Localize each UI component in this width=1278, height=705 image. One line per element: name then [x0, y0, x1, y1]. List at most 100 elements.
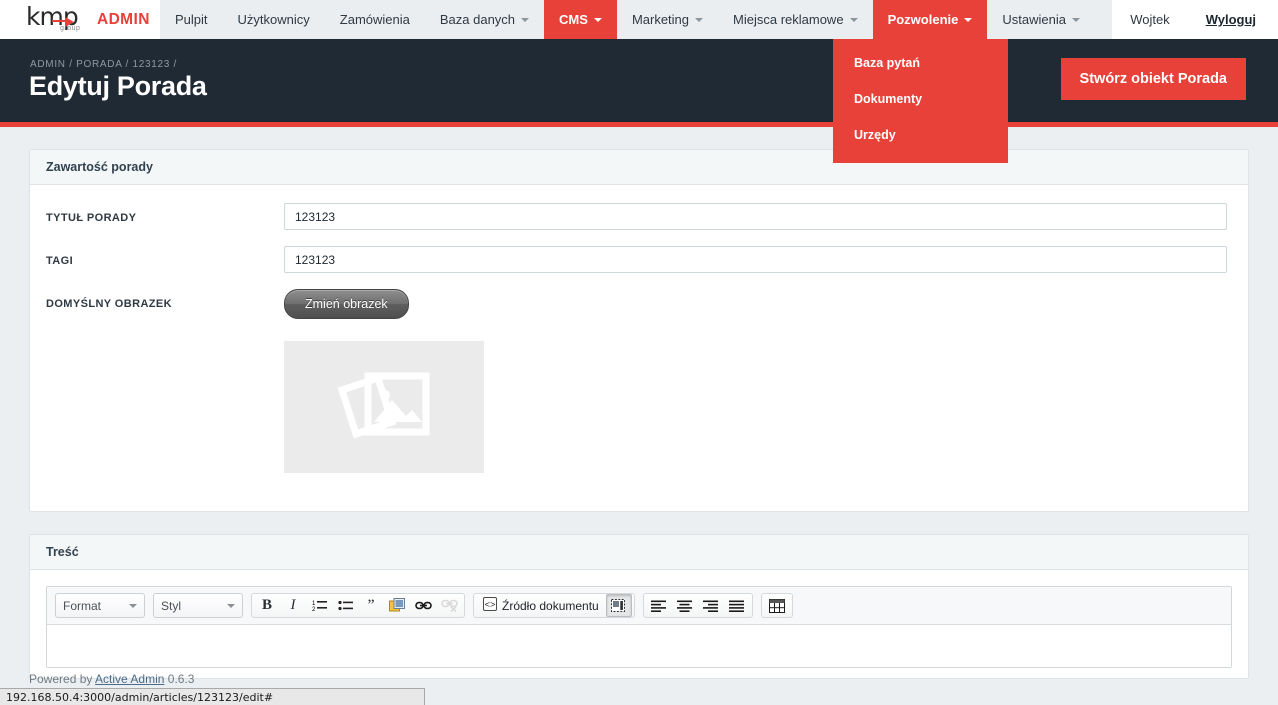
nav-item-ustawienia[interactable]: Ustawienia: [987, 0, 1095, 39]
format-select-value: Format: [63, 598, 102, 613]
body-panel-body: Format Styl B I 12 ” <> Źródło dokumentu: [30, 570, 1248, 678]
svg-text:2: 2: [312, 607, 316, 612]
document-source-button[interactable]: <> Źródło dokumentu: [476, 594, 606, 617]
current-user-label: Wojtek: [1130, 12, 1170, 27]
change-image-button[interactable]: Zmień obrazek: [284, 289, 409, 319]
link-icon[interactable]: [410, 594, 436, 617]
dropdown-item-urzedy[interactable]: Urzędy: [833, 117, 1008, 153]
templates-icon[interactable]: [605, 594, 632, 617]
tags-input[interactable]: [284, 246, 1227, 273]
tags-field-label: TAGI: [46, 255, 74, 267]
browser-status-bar: 192.168.50.4:3000/admin/articles/123123/…: [0, 688, 425, 705]
brand-admin-label: ADMIN: [97, 10, 150, 28]
content-panel-heading: Zawartość porady: [30, 150, 1248, 185]
chevron-down-icon: [227, 603, 235, 608]
chevron-down-icon: [849, 17, 858, 22]
nav-item-label: Pulpit: [175, 12, 208, 27]
align-right-icon[interactable]: [698, 594, 724, 617]
content-panel-body: TYTUŁ PORADY TAGI DOMYŚLNY OBRAZEK Zmień…: [30, 185, 1248, 511]
body-panel-heading: Treść: [30, 535, 1248, 570]
dropdown-item-dokumenty[interactable]: Dokumenty: [833, 81, 1008, 117]
dropdown-item-label: Dokumenty: [854, 92, 923, 106]
top-navigation-bar: kmp group ADMIN Pulpit Użytkownicy Zamów…: [0, 0, 1278, 39]
nav-item-marketing[interactable]: Marketing: [617, 0, 718, 39]
kmp-logo-icon: kmp group: [26, 4, 88, 35]
nav-item-baza-danych[interactable]: Baza danych: [425, 0, 544, 39]
bold-icon[interactable]: B: [254, 594, 280, 617]
logout-link[interactable]: Wyloguj: [1206, 12, 1256, 27]
active-admin-link[interactable]: Active Admin: [95, 672, 164, 686]
brand-logo[interactable]: kmp group ADMIN: [0, 0, 160, 39]
footer: Powered by Active Admin 0.6.3: [0, 672, 1278, 686]
breadcrumb: ADMIN / PORADA / 123123 /: [30, 59, 177, 70]
bulleted-list-icon[interactable]: [332, 594, 358, 617]
footer-version: 0.6.3: [167, 672, 195, 686]
nav-item-label: Ustawienia: [1002, 12, 1066, 27]
nav-item-miejsca-reklamowe[interactable]: Miejsca reklamowe: [718, 0, 873, 39]
dropdown-item-label: Urzędy: [854, 128, 896, 142]
title-input[interactable]: [284, 203, 1227, 230]
nav-item-cms[interactable]: CMS: [544, 0, 617, 39]
nav-item-label: Miejsca reklamowe: [733, 12, 844, 27]
unlink-icon: [436, 594, 462, 617]
pozwolenie-dropdown-menu: Baza pytań Dokumenty Urzędy: [833, 39, 1008, 163]
nav-item-pulpit[interactable]: Pulpit: [160, 0, 223, 39]
image-preview-placeholder: [284, 341, 484, 473]
align-justify-icon[interactable]: [724, 594, 750, 617]
default-image-field-label: DOMYŚLNY OBRAZEK: [46, 298, 172, 310]
chevron-down-icon: [521, 17, 530, 22]
nav-item-label: Zamówienia: [339, 12, 410, 27]
svg-text:<>: <>: [485, 601, 496, 611]
image-placeholder-icon: [337, 372, 430, 439]
nav-item-pozwolenie[interactable]: Pozwolenie: [872, 0, 988, 39]
nav-item-label: Pozwolenie: [887, 12, 959, 27]
document-source-label: Źródło dokumentu: [502, 598, 599, 613]
nav-item-label: Baza danych: [439, 12, 516, 27]
insert-table-icon[interactable]: [764, 594, 790, 617]
dropdown-item-baza-pytan[interactable]: Baza pytań: [833, 45, 1008, 81]
content-panel: Zawartość porady TYTUŁ PORADY TAGI DOMYŚ…: [29, 149, 1249, 512]
align-left-icon[interactable]: [646, 594, 672, 617]
italic-icon[interactable]: I: [280, 594, 306, 617]
field-row-title: TYTUŁ PORADY: [46, 203, 1232, 230]
style-select-value: Styl: [161, 598, 182, 613]
nav-user-area: Wojtek Wyloguj: [1112, 0, 1278, 39]
chevron-down-icon: [129, 603, 137, 608]
default-image-control: Zmień obrazek: [284, 289, 484, 473]
page-title: Edytuj Porada: [29, 71, 207, 101]
rich-text-editor: Format Styl B I 12 ” <> Źródło dokumentu: [46, 586, 1232, 668]
table-group: [760, 593, 793, 618]
style-select[interactable]: Styl: [153, 593, 243, 618]
nav-item-zamowienia[interactable]: Zamówienia: [325, 0, 425, 39]
numbered-list-icon[interactable]: 12: [306, 594, 332, 617]
align-center-icon[interactable]: [672, 594, 698, 617]
chevron-down-icon: [695, 17, 704, 22]
create-porada-button[interactable]: Stwórz obiekt Porada: [1060, 58, 1246, 100]
insert-image-icon[interactable]: [384, 594, 410, 617]
page-header: ADMIN / PORADA / 123123 / Edytuj Porada …: [0, 39, 1278, 122]
title-field-label: TYTUŁ PORADY: [46, 212, 137, 224]
text-format-group: B I 12 ”: [251, 593, 465, 618]
nav-item-label: CMS: [559, 12, 588, 27]
alignment-group: [642, 593, 753, 618]
source-code-icon: <>: [483, 597, 497, 614]
field-row-default-image: DOMYŚLNY OBRAZEK Zmień obrazek: [46, 289, 1232, 473]
blockquote-icon[interactable]: ”: [358, 594, 384, 617]
editor-toolbar: Format Styl B I 12 ” <> Źródło dokumentu: [47, 587, 1231, 625]
dropdown-item-label: Baza pytań: [854, 56, 920, 70]
nav-item-label: Użytkownicy: [237, 12, 310, 27]
nav-items: Pulpit Użytkownicy Zamówienia Baza danyc…: [160, 0, 1112, 39]
nav-item-uzytkownicy[interactable]: Użytkownicy: [223, 0, 325, 39]
editor-content-area[interactable]: [47, 625, 1231, 667]
format-select[interactable]: Format: [55, 593, 145, 618]
footer-prefix: Powered by: [29, 672, 93, 686]
status-bar-url: 192.168.50.4:3000/admin/articles/123123/…: [6, 690, 274, 704]
main-content: Zawartość porady TYTUŁ PORADY TAGI DOMYŚ…: [0, 127, 1278, 679]
chevron-down-icon: [593, 17, 602, 22]
field-row-tags: TAGI: [46, 246, 1232, 273]
document-tools-group: <> Źródło dokumentu: [473, 593, 635, 618]
body-panel: Treść Format Styl B I 1 2 ” <> Źródło do…: [29, 534, 1249, 679]
chevron-down-icon: [964, 17, 973, 22]
logo-subtext: group: [60, 24, 81, 32]
chevron-down-icon: [1071, 17, 1080, 22]
